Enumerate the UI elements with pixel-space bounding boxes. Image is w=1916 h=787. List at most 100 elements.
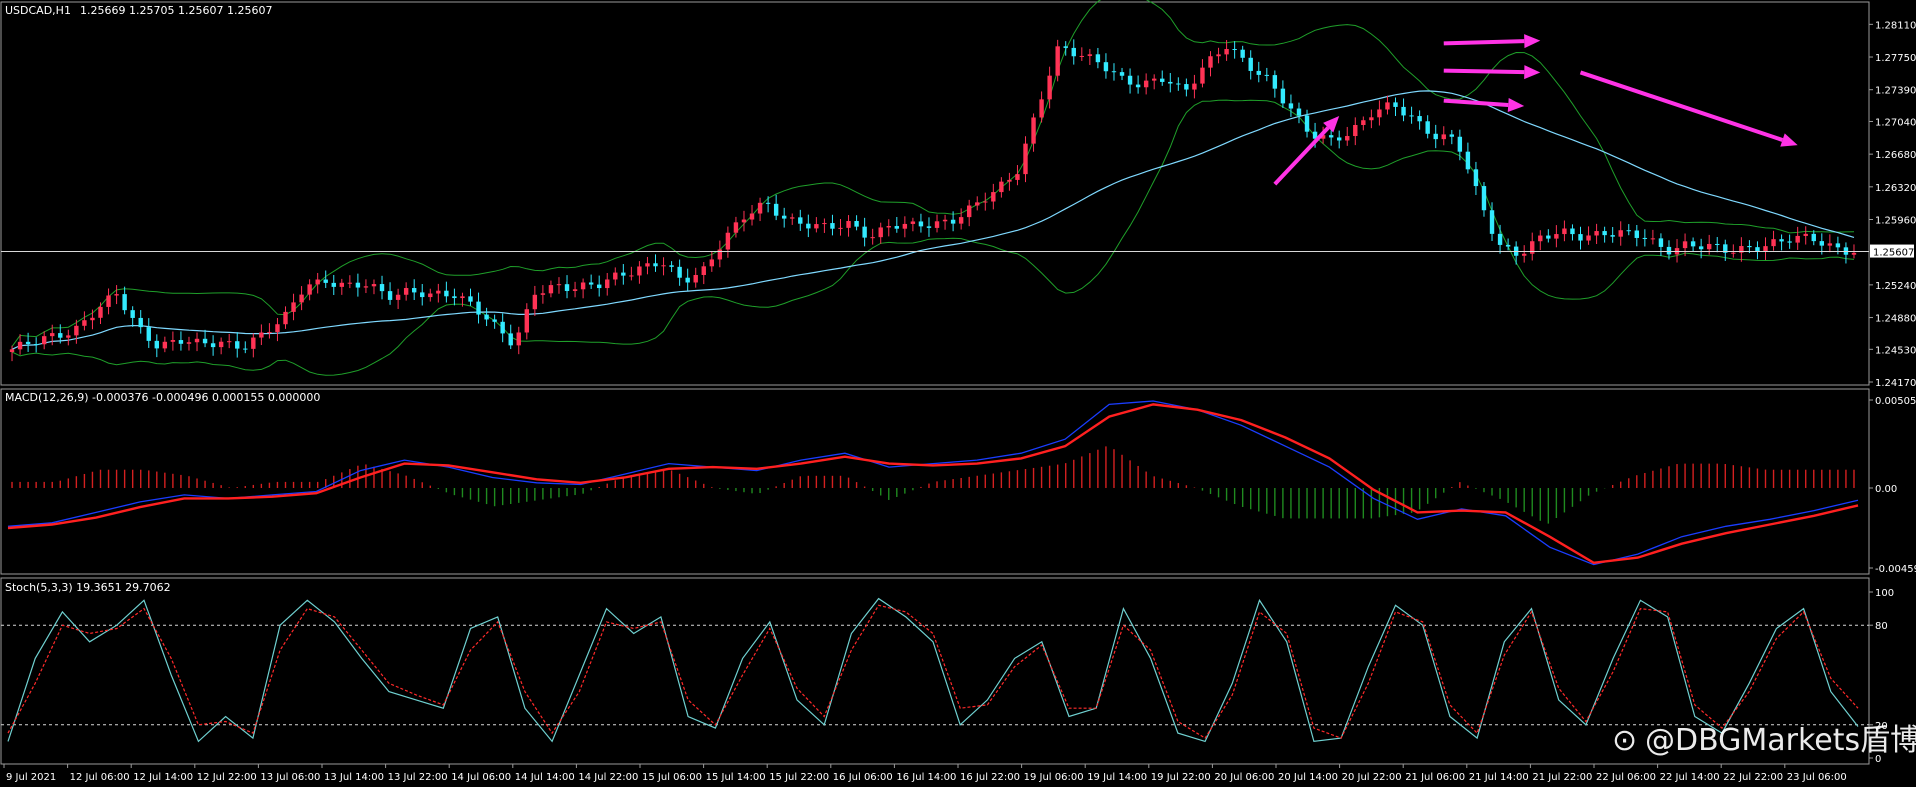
candle-body <box>1433 133 1438 140</box>
candle-body <box>98 306 103 318</box>
candle-body <box>267 332 272 334</box>
candle-body <box>138 317 143 328</box>
candle-body <box>926 226 932 228</box>
price-tick-label: 1.27390 <box>1875 86 1916 97</box>
candle-body <box>1731 252 1736 254</box>
candle-body <box>210 343 216 348</box>
candle-body <box>725 232 731 250</box>
time-tick-label: 19 Jul 22:00 <box>1151 772 1211 783</box>
candle-body <box>74 325 79 336</box>
candle-body <box>1505 244 1511 247</box>
candle-body <box>765 202 771 204</box>
candle-body <box>1184 84 1189 90</box>
candle-body <box>403 288 409 295</box>
macd-panel <box>0 388 1870 575</box>
time-tick-label: 13 Jul 22:00 <box>388 772 448 783</box>
candle-body <box>476 301 481 315</box>
chart-title: USDCAD,H1 <box>5 4 71 17</box>
candle-body <box>1481 186 1487 211</box>
candle-body <box>1819 241 1825 246</box>
time-tick-label: 21 Jul 14:00 <box>1469 772 1529 783</box>
candle-body <box>460 296 465 299</box>
candle-body <box>1280 88 1286 104</box>
stoch-panel <box>0 577 1870 765</box>
candle-body <box>1779 239 1784 242</box>
time-tick-label: 13 Jul 14:00 <box>324 772 384 783</box>
candle-body <box>25 341 31 345</box>
candle-body <box>1755 247 1760 252</box>
candle-body <box>548 285 554 294</box>
candle-body <box>1256 70 1261 75</box>
candle-body <box>194 338 200 343</box>
candle-body <box>299 294 304 303</box>
time-tick-label: 16 Jul 14:00 <box>896 772 956 783</box>
candle-body <box>1361 120 1366 125</box>
candle-body <box>1618 230 1623 237</box>
candle-body <box>669 265 674 267</box>
candle-body <box>1272 75 1278 89</box>
time-tick-label: 15 Jul 22:00 <box>769 772 829 783</box>
candle-body <box>1441 134 1446 140</box>
candle-body <box>621 272 626 276</box>
macd-title: MACD(12,26,9) -0.000376 -0.000496 0.0001… <box>5 391 320 404</box>
candle-body <box>685 277 690 283</box>
candle-body <box>146 327 151 341</box>
price-tick-label: 1.28110 <box>1875 20 1916 31</box>
candle-body <box>251 337 256 349</box>
candle-body <box>1288 103 1294 109</box>
candle-body <box>902 223 908 229</box>
candle-body <box>9 349 15 353</box>
candle-body <box>379 284 385 292</box>
candle-body <box>1827 243 1833 246</box>
candle-body <box>1457 136 1463 152</box>
candle-body <box>1642 237 1648 239</box>
candle-body <box>1103 62 1109 72</box>
candle-body <box>323 279 328 283</box>
candle-body <box>82 320 87 326</box>
candle-body <box>1087 54 1093 56</box>
watermark-logo: ⊙ <box>1612 723 1637 758</box>
candle-body <box>1296 108 1302 116</box>
candle-body <box>1192 83 1197 90</box>
arrow-shaft <box>1443 39 1525 46</box>
candle-body <box>781 215 787 219</box>
time-tick-label: 23 Jul 06:00 <box>1787 772 1847 783</box>
candle-body <box>1232 49 1237 51</box>
candle-body <box>41 336 47 345</box>
candle-body <box>918 221 924 227</box>
candle-body <box>283 311 288 325</box>
candle-body <box>291 302 296 312</box>
candle-body <box>677 266 682 278</box>
candle-body <box>1216 54 1221 57</box>
candle-body <box>564 284 570 291</box>
candle-body <box>339 282 345 287</box>
candle-body <box>411 288 417 293</box>
candle-body <box>235 341 240 349</box>
candle-body <box>532 294 538 310</box>
candle-body <box>33 344 39 346</box>
candle-body <box>1851 252 1857 255</box>
candle-body <box>1369 117 1374 121</box>
price-tick-label: 1.27750 <box>1875 53 1916 64</box>
candle-body <box>1690 241 1696 247</box>
candle-body <box>1578 234 1583 241</box>
candle-body <box>773 203 779 216</box>
candle-body <box>588 282 594 285</box>
candle-body <box>1007 179 1012 182</box>
candle-body <box>991 192 996 202</box>
candle-body <box>806 223 811 229</box>
macd-tick-label: 0.00 <box>1875 484 1897 495</box>
current-price-label: 1.25607 <box>1873 248 1914 259</box>
candle-body <box>645 263 650 267</box>
candle-body <box>1715 243 1720 245</box>
chart-canvas: 1.28110 1.27750 1.27390 1.27040 1.26680 1.263… <box>0 0 1916 783</box>
candle-body <box>355 282 361 288</box>
candle-body <box>524 309 530 333</box>
candle-body <box>983 201 988 203</box>
price-tick-label: 1.26320 <box>1875 183 1916 194</box>
time-tick-label: 22 Jul 06:00 <box>1596 772 1656 783</box>
candle-body <box>1095 54 1101 63</box>
candle-body <box>1538 235 1543 242</box>
candle-body <box>1111 71 1117 73</box>
candle-body <box>701 266 706 275</box>
